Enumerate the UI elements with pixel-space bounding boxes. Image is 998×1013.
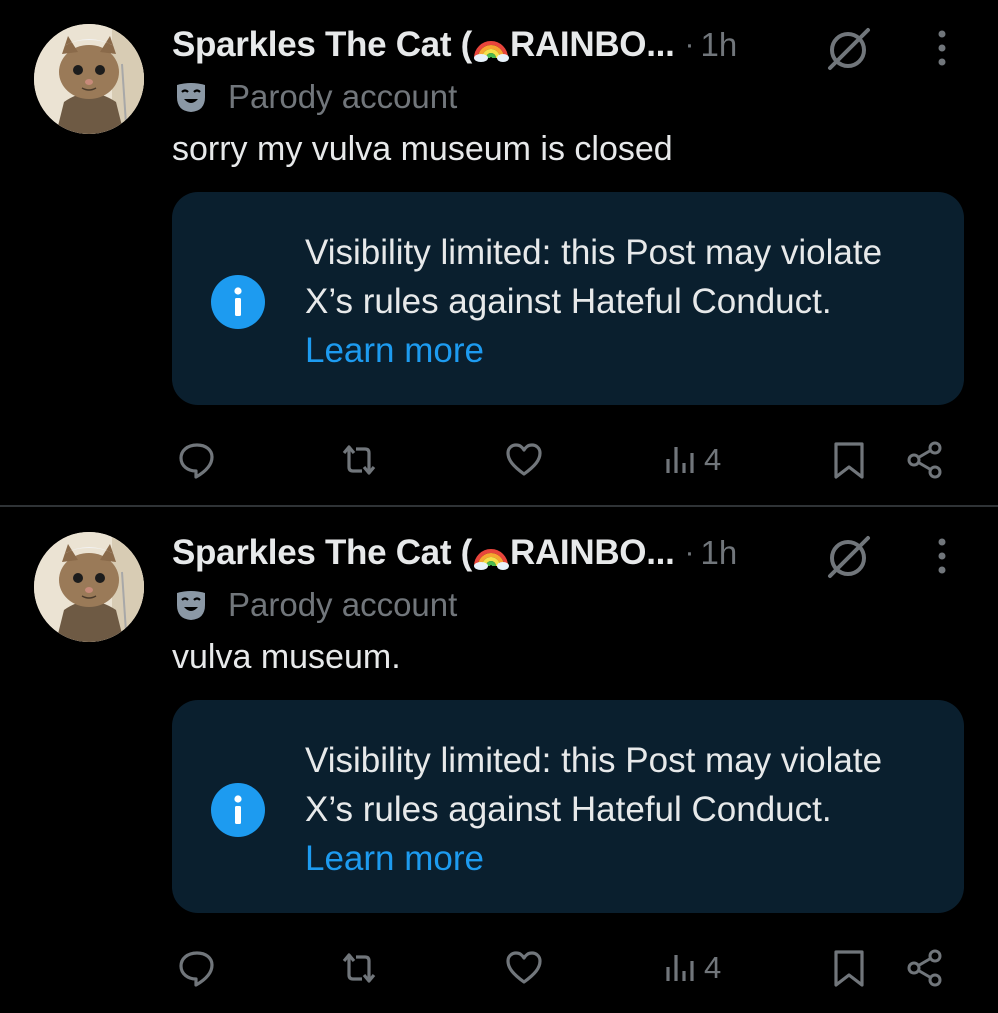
author-display-name[interactable]: Sparkles The Cat ( — [172, 533, 472, 573]
author-display-name[interactable]: Sparkles The Cat ( — [172, 25, 472, 65]
author-name-suffix[interactable]: RAINBO... — [510, 533, 675, 573]
like-icon — [506, 443, 542, 476]
share-button[interactable] — [904, 946, 946, 990]
bookmark-icon — [834, 950, 864, 987]
views-icon — [666, 447, 694, 473]
views-button[interactable]: 4 — [660, 946, 721, 990]
views-count: 4 — [704, 442, 722, 477]
share-button[interactable] — [904, 438, 946, 482]
repost-icon — [342, 445, 376, 475]
more-vertical-icon[interactable] — [926, 26, 958, 70]
author-name-line[interactable]: Sparkles The Cat ( RAINBO... · 1h — [172, 530, 737, 576]
repost-icon — [342, 953, 376, 983]
reply-button[interactable] — [176, 438, 218, 482]
repost-button[interactable] — [338, 946, 380, 990]
views-icon — [666, 955, 694, 981]
share-icon — [907, 949, 942, 987]
post-text: sorry my vulva museum is closed — [172, 130, 673, 168]
parody-mask-icon — [177, 83, 205, 112]
avatar[interactable] — [34, 532, 144, 642]
repost-button[interactable] — [338, 438, 380, 482]
parody-account-label: Parody account — [228, 78, 458, 115]
notice-text: Visibility limited: this Post may violat… — [305, 736, 925, 883]
notice-text: Visibility limited: this Post may violat… — [305, 228, 925, 375]
post-timestamp[interactable]: 1h — [701, 534, 738, 572]
reply-icon — [179, 443, 214, 479]
info-icon — [211, 275, 265, 329]
like-icon — [506, 951, 542, 984]
more-vertical-icon[interactable] — [926, 534, 958, 578]
post-timestamp[interactable]: 1h — [701, 26, 738, 64]
author-name-line[interactable]: Sparkles The Cat ( RAINBO... · 1h — [172, 22, 737, 68]
notice-message: Visibility limited: this Post may violat… — [305, 233, 883, 321]
parody-badge: Parody account — [174, 584, 457, 626]
cat-avatar-image — [34, 24, 144, 134]
post-text: vulva museum. — [172, 638, 401, 676]
action-bar: 4 — [0, 432, 998, 488]
reply-icon — [179, 951, 214, 987]
rainbow-emoji-icon — [473, 536, 509, 570]
post[interactable]: Sparkles The Cat ( RAINBO... · 1h Parody… — [0, 508, 998, 1013]
parody-mask-icon — [177, 591, 205, 620]
cat-avatar-image — [34, 532, 144, 642]
learn-more-link[interactable]: Learn more — [305, 331, 484, 370]
visibility-notice: Visibility limited: this Post may violat… — [172, 192, 964, 405]
grok-icon[interactable] — [822, 22, 876, 76]
like-button[interactable] — [503, 438, 545, 482]
author-name-suffix[interactable]: RAINBO... — [510, 25, 675, 65]
post[interactable]: Sparkles The Cat ( RAINBO... · 1h Parody… — [0, 0, 998, 505]
post-divider — [0, 505, 998, 507]
bookmark-icon — [834, 442, 864, 479]
visibility-notice: Visibility limited: this Post may violat… — [172, 700, 964, 913]
share-icon — [907, 441, 942, 479]
bookmark-button[interactable] — [828, 946, 870, 990]
avatar[interactable] — [34, 24, 144, 134]
learn-more-link[interactable]: Learn more — [305, 839, 484, 878]
views-button[interactable]: 4 — [660, 438, 721, 482]
separator-dot: · — [684, 536, 695, 569]
separator-dot: · — [684, 28, 695, 61]
parody-account-label: Parody account — [228, 586, 458, 623]
action-bar: 4 — [0, 940, 998, 996]
notice-message: Visibility limited: this Post may violat… — [305, 741, 883, 829]
reply-button[interactable] — [176, 946, 218, 990]
grok-icon[interactable] — [822, 530, 876, 584]
like-button[interactable] — [503, 946, 545, 990]
rainbow-emoji-icon — [473, 28, 509, 62]
views-count: 4 — [704, 950, 722, 985]
bookmark-button[interactable] — [828, 438, 870, 482]
parody-badge: Parody account — [174, 76, 457, 118]
info-icon — [211, 783, 265, 837]
